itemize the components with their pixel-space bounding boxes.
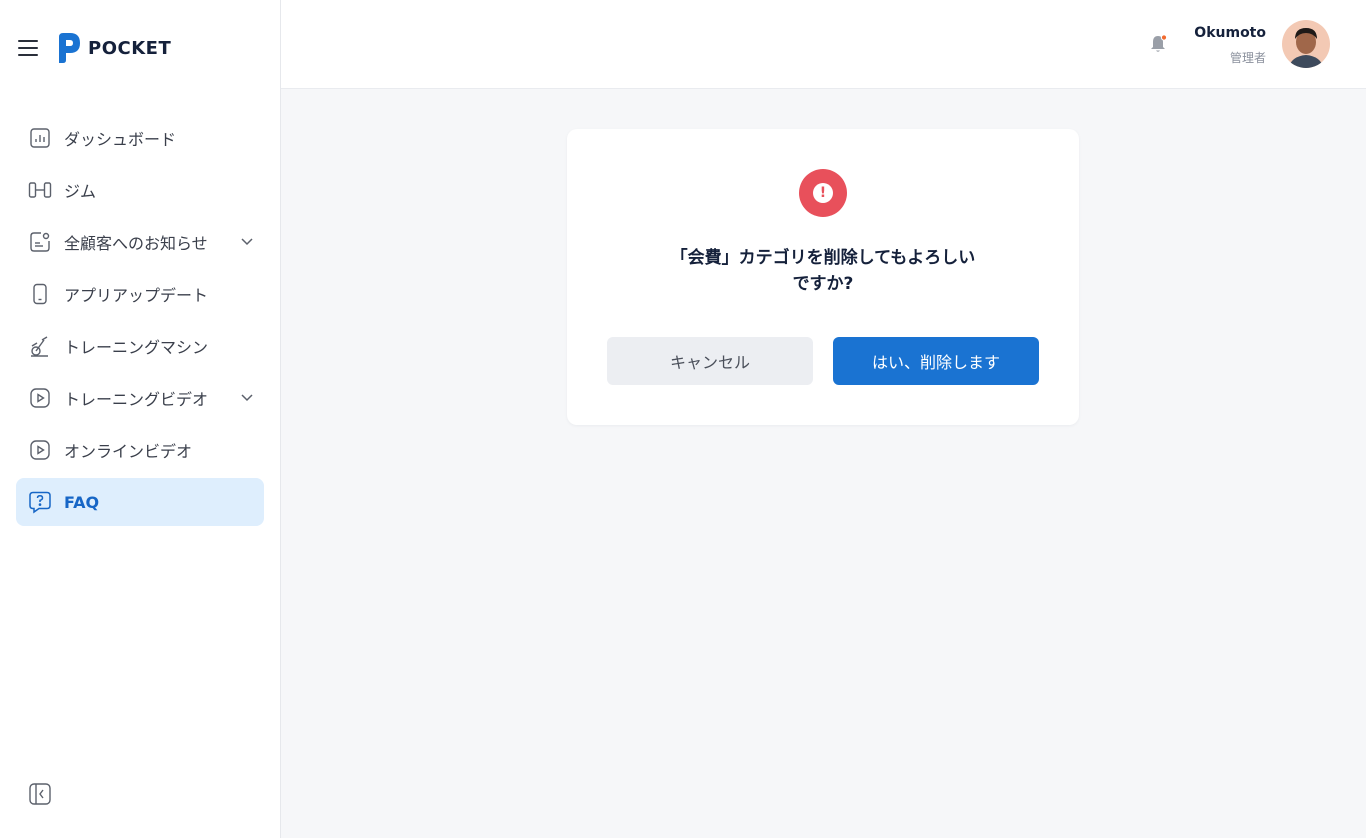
sidebar-item-gym[interactable]: ジム [16, 166, 264, 214]
question-bubble-icon [28, 490, 52, 514]
sidebar-item-label: トレーニングマシン [64, 338, 209, 357]
sidebar-item-label: アプリアップデート [64, 286, 209, 305]
video-play-icon [28, 438, 52, 462]
hamburger-menu-icon[interactable] [18, 40, 38, 56]
sidebar-item-label: ダッシュボード [64, 130, 177, 149]
sidebar-item-faq[interactable]: FAQ [16, 478, 264, 526]
notification-bell-icon[interactable] [1147, 33, 1169, 55]
smartphone-icon [28, 282, 52, 306]
dialog-message: 「会費」カテゴリを削除してもよろしいですか? [670, 248, 976, 294]
user-role: 管理者 [1229, 51, 1266, 65]
chevron-down-icon[interactable] [240, 391, 254, 405]
pocket-logo[interactable]: POCKET [56, 31, 171, 65]
dumbbell-icon [28, 178, 52, 202]
user-name: Okumoto [1194, 25, 1266, 41]
sidebar-item-label: トレーニングビデオ [64, 390, 209, 409]
avatar[interactable] [1282, 20, 1330, 68]
announcement-icon [28, 230, 52, 254]
sidebar-item-dashboard[interactable]: ダッシュボード [16, 114, 264, 162]
brand-bar: POCKET [18, 31, 171, 65]
collapse-sidebar-icon[interactable] [28, 782, 52, 806]
video-play-icon [28, 386, 52, 410]
bar-chart-icon [28, 126, 52, 150]
top-header: Okumoto 管理者 [281, 0, 1366, 89]
sidebar-item-online-video[interactable]: オンラインビデオ [16, 426, 264, 474]
exercise-bike-icon [28, 334, 52, 358]
sidebar-item-label: FAQ [64, 492, 100, 512]
sidebar-item-announcements[interactable]: 全顧客へのお知らせ [16, 218, 264, 266]
confirm-delete-button[interactable]: はい、削除します [833, 337, 1039, 385]
sidebar-item-label: ジム [64, 182, 97, 201]
pocket-logo-icon [59, 33, 80, 63]
sidebar-nav: ダッシュボード ジム 全顧客へのお知らせ アプリアップデート トレーニングマシン… [16, 114, 264, 530]
sidebar: POCKET ダッシュボード ジム 全顧客へのお知らせ アプリアップデート トレ… [0, 0, 281, 838]
sidebar-item-training-video[interactable]: トレーニングビデオ [16, 374, 264, 422]
chevron-down-icon[interactable] [240, 235, 254, 249]
cancel-button[interactable]: キャンセル [607, 337, 813, 385]
sidebar-item-training-machine[interactable]: トレーニングマシン [16, 322, 264, 370]
sidebar-item-label: 全顧客へのお知らせ [64, 234, 208, 253]
warning-icon: ! [799, 169, 847, 217]
logo-text: POCKET [88, 37, 172, 59]
sidebar-item-label: オンラインビデオ [64, 442, 193, 461]
sidebar-item-app-update[interactable]: アプリアップデート [16, 270, 264, 318]
delete-confirm-dialog: ! 「会費」カテゴリを削除してもよろしいですか? キャンセル はい、削除します [567, 129, 1079, 425]
